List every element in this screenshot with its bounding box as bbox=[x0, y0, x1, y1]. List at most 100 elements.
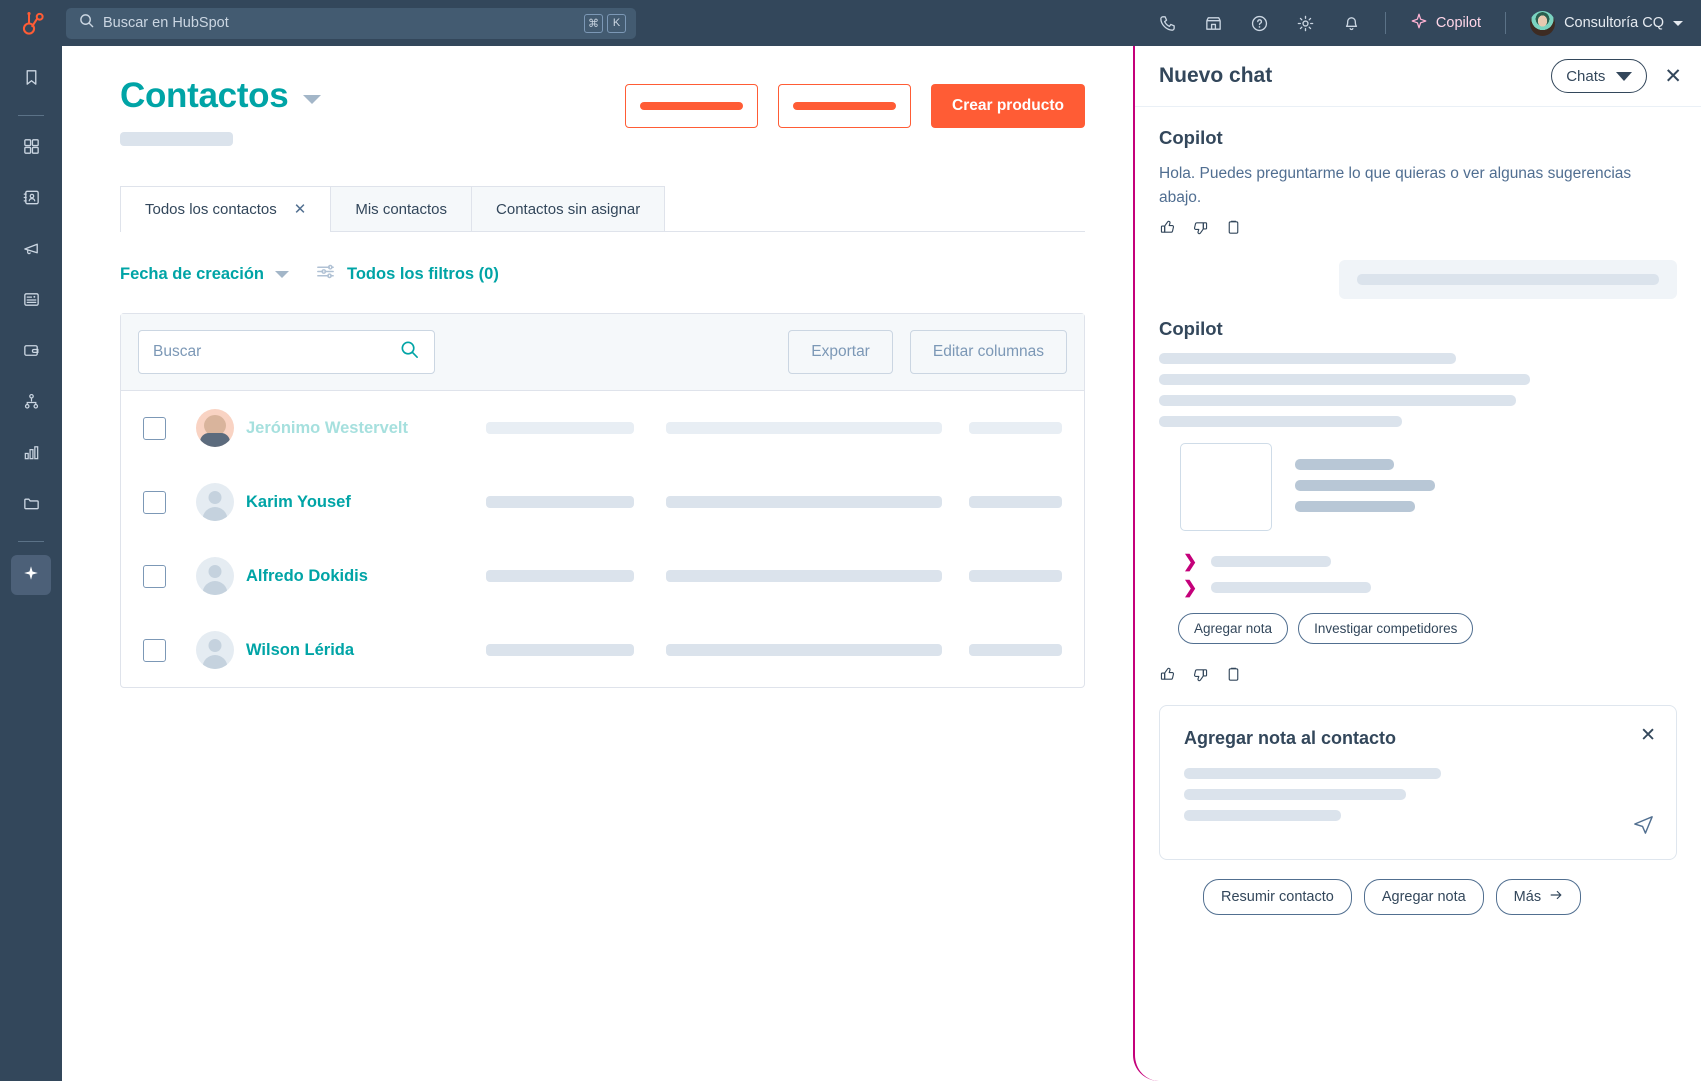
secondary-action-button-2[interactable] bbox=[778, 84, 912, 128]
phone-icon[interactable] bbox=[1145, 0, 1191, 46]
page-title-row[interactable]: Contactos bbox=[120, 76, 322, 116]
kbd-key: K bbox=[607, 13, 626, 33]
page-header: Contactos Crear producto bbox=[62, 46, 1133, 146]
cell-placeholder bbox=[969, 422, 1062, 434]
cell-placeholder bbox=[666, 422, 942, 434]
edit-columns-button[interactable]: Editar columnas bbox=[909, 330, 1067, 374]
send-paper-plane-icon[interactable] bbox=[1632, 813, 1655, 841]
list-item[interactable]: ❯ bbox=[1183, 579, 1677, 596]
thumbs-up-icon[interactable] bbox=[1159, 219, 1176, 241]
table-toolbar: Buscar Exportar Editar columnas bbox=[121, 314, 1084, 391]
text-placeholder bbox=[1295, 501, 1415, 513]
cell-placeholder bbox=[969, 570, 1062, 582]
chevron-down-icon bbox=[1616, 71, 1633, 81]
sidebar-item-library[interactable] bbox=[11, 486, 51, 526]
message-sender: Copilot bbox=[1159, 318, 1223, 340]
sidebar-item-bookmark[interactable] bbox=[11, 60, 51, 100]
tab-mis-contactos[interactable]: Mis contactos bbox=[330, 186, 473, 231]
hubspot-sprocket-icon[interactable] bbox=[0, 0, 66, 46]
contact-name-link[interactable]: Karim Yousef bbox=[246, 493, 461, 512]
export-button[interactable]: Exportar bbox=[788, 330, 893, 374]
sidebar-item-content[interactable] bbox=[11, 282, 51, 322]
tab-todos-los-contactos[interactable]: Todos los contactos ✕ bbox=[120, 186, 332, 232]
table-row[interactable]: Jerónimo Westervelt bbox=[121, 391, 1084, 465]
tab-label: Todos los contactos bbox=[145, 200, 277, 218]
row-checkbox[interactable] bbox=[143, 564, 166, 588]
text-placeholder bbox=[1184, 789, 1406, 801]
contact-name-link[interactable]: Jerónimo Westervelt bbox=[246, 419, 461, 438]
sidebar-item-automation[interactable] bbox=[11, 384, 51, 424]
thumbs-down-icon[interactable] bbox=[1192, 219, 1209, 241]
create-product-button[interactable]: Crear producto bbox=[931, 84, 1085, 128]
marketplace-icon[interactable] bbox=[1191, 0, 1237, 46]
global-search-placeholder: Buscar en HubSpot bbox=[103, 15, 229, 31]
contact-name-link[interactable]: Wilson Lérida bbox=[246, 641, 461, 660]
sidebar-item-contacts[interactable] bbox=[11, 180, 51, 220]
row-checkbox[interactable] bbox=[143, 490, 166, 514]
close-icon[interactable]: ✕ bbox=[294, 202, 307, 217]
top-navigation-bar: Buscar en HubSpot ⌘ K Copilot Consultorí… bbox=[0, 0, 1701, 46]
close-icon[interactable]: ✕ bbox=[1664, 66, 1682, 87]
search-icon[interactable] bbox=[399, 339, 420, 365]
search-icon bbox=[79, 13, 94, 33]
list-item[interactable]: ❯ bbox=[1183, 553, 1677, 570]
text-placeholder bbox=[1159, 416, 1402, 428]
sidebar-item-marketing[interactable] bbox=[11, 231, 51, 271]
copilot-message-2: Copilot ❯ ❯ Agregar nota Investigar comp… bbox=[1159, 318, 1677, 688]
copy-clipboard-icon[interactable] bbox=[1225, 666, 1242, 688]
avatar bbox=[196, 409, 234, 447]
row-checkbox[interactable] bbox=[143, 416, 166, 440]
message-feedback-row bbox=[1159, 666, 1677, 688]
user-message-placeholder bbox=[1339, 260, 1677, 300]
kbd-modifier: ⌘ bbox=[584, 13, 603, 33]
contact-name-link[interactable]: Alfredo Dokidis bbox=[246, 567, 461, 586]
divider bbox=[18, 541, 44, 542]
sidebar-item-ai-copilot[interactable] bbox=[11, 555, 51, 595]
chevron-down-icon[interactable] bbox=[303, 94, 322, 104]
cell-placeholder bbox=[666, 570, 942, 582]
table-row[interactable]: Wilson Lérida bbox=[121, 613, 1084, 687]
chip-resumir-contacto[interactable]: Resumir contacto bbox=[1203, 879, 1352, 916]
chats-dropdown[interactable]: Chats bbox=[1551, 59, 1648, 93]
text-placeholder bbox=[1184, 810, 1341, 822]
sidebar-item-reports[interactable] bbox=[11, 435, 51, 475]
table-row[interactable]: Alfredo Dokidis bbox=[121, 539, 1084, 613]
all-filters-label: Todos los filtros (0) bbox=[346, 264, 499, 283]
chip-mas[interactable]: Más bbox=[1495, 879, 1582, 916]
settings-gear-icon[interactable] bbox=[1283, 0, 1329, 46]
chip-label: Más bbox=[1513, 889, 1542, 906]
all-filters-button[interactable]: Todos los filtros (0) bbox=[315, 261, 499, 287]
copy-clipboard-icon[interactable] bbox=[1225, 219, 1242, 241]
cell-placeholder bbox=[486, 422, 634, 434]
cell-placeholder bbox=[969, 644, 1062, 656]
quick-action-chips: Resumir contacto Agregar nota Más bbox=[1203, 879, 1677, 916]
secondary-action-button-1[interactable] bbox=[625, 84, 759, 128]
automation-workflow-icon bbox=[22, 392, 41, 416]
sidebar-item-dashboard[interactable] bbox=[11, 129, 51, 169]
megaphone-icon bbox=[22, 239, 41, 263]
table-row[interactable]: Karim Yousef bbox=[121, 465, 1084, 539]
sidebar-item-commerce[interactable] bbox=[11, 333, 51, 373]
copilot-button[interactable]: Copilot bbox=[1396, 0, 1495, 46]
page-subtitle-placeholder bbox=[120, 132, 233, 146]
library-folder-icon bbox=[22, 494, 41, 518]
global-search-input[interactable]: Buscar en HubSpot ⌘ K bbox=[66, 7, 636, 39]
text-placeholder bbox=[1159, 374, 1530, 386]
copilot-panel-header: Nuevo chat Chats ✕ bbox=[1135, 46, 1701, 107]
row-checkbox[interactable] bbox=[143, 638, 166, 662]
bookmark-icon bbox=[22, 68, 41, 92]
thumbs-up-icon[interactable] bbox=[1159, 666, 1176, 688]
top-bar-actions: Copilot Consultoría CQ bbox=[1145, 0, 1701, 46]
chip-agregar-nota[interactable]: Agregar nota bbox=[1178, 613, 1289, 645]
filter-fecha-de-creacion[interactable]: Fecha de creación bbox=[120, 265, 289, 284]
thumbs-down-icon[interactable] bbox=[1192, 666, 1209, 688]
tab-contactos-sin-asignar[interactable]: Contactos sin asignar bbox=[471, 186, 666, 231]
notifications-bell-icon[interactable] bbox=[1329, 0, 1375, 46]
close-icon[interactable]: ✕ bbox=[1640, 726, 1656, 745]
view-tabs: Todos los contactos ✕ Mis contactos Cont… bbox=[120, 186, 1085, 232]
chip-agregar-nota[interactable]: Agregar nota bbox=[1363, 879, 1484, 916]
help-circle-icon[interactable] bbox=[1237, 0, 1283, 46]
table-search-input[interactable]: Buscar bbox=[138, 330, 435, 374]
chip-investigar-competidores[interactable]: Investigar competidores bbox=[1298, 613, 1474, 645]
account-menu[interactable]: Consultoría CQ bbox=[1516, 10, 1683, 36]
